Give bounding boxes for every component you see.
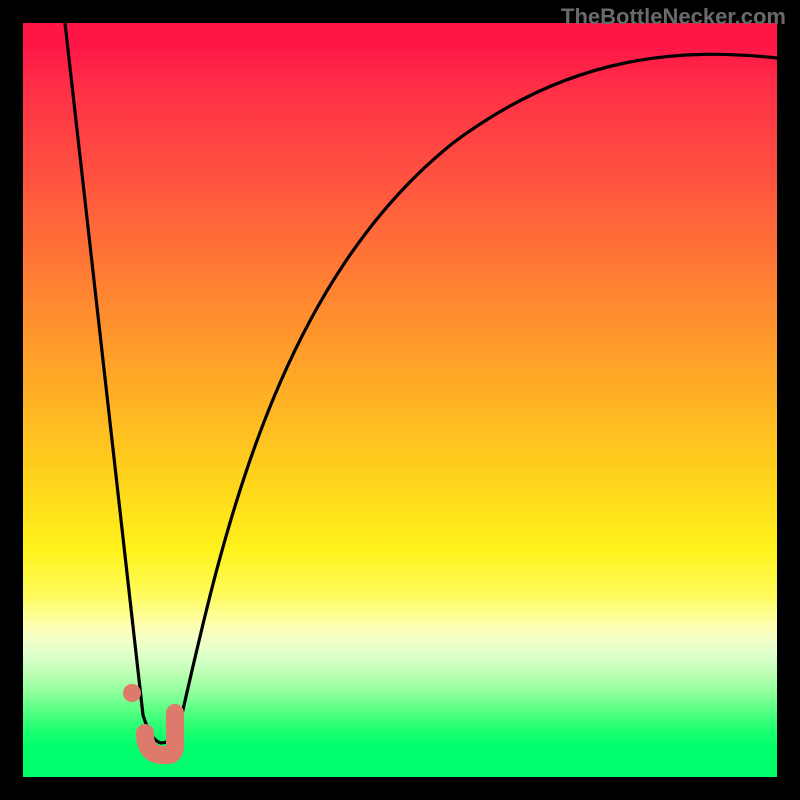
curve-left [65,23,143,715]
chart-svg [23,23,777,777]
watermark-text: TheBottleNecker.com [561,4,786,30]
curve-right [143,54,777,743]
marker-hook [145,713,175,755]
plot-area [23,23,777,777]
marker-dot [123,684,141,702]
